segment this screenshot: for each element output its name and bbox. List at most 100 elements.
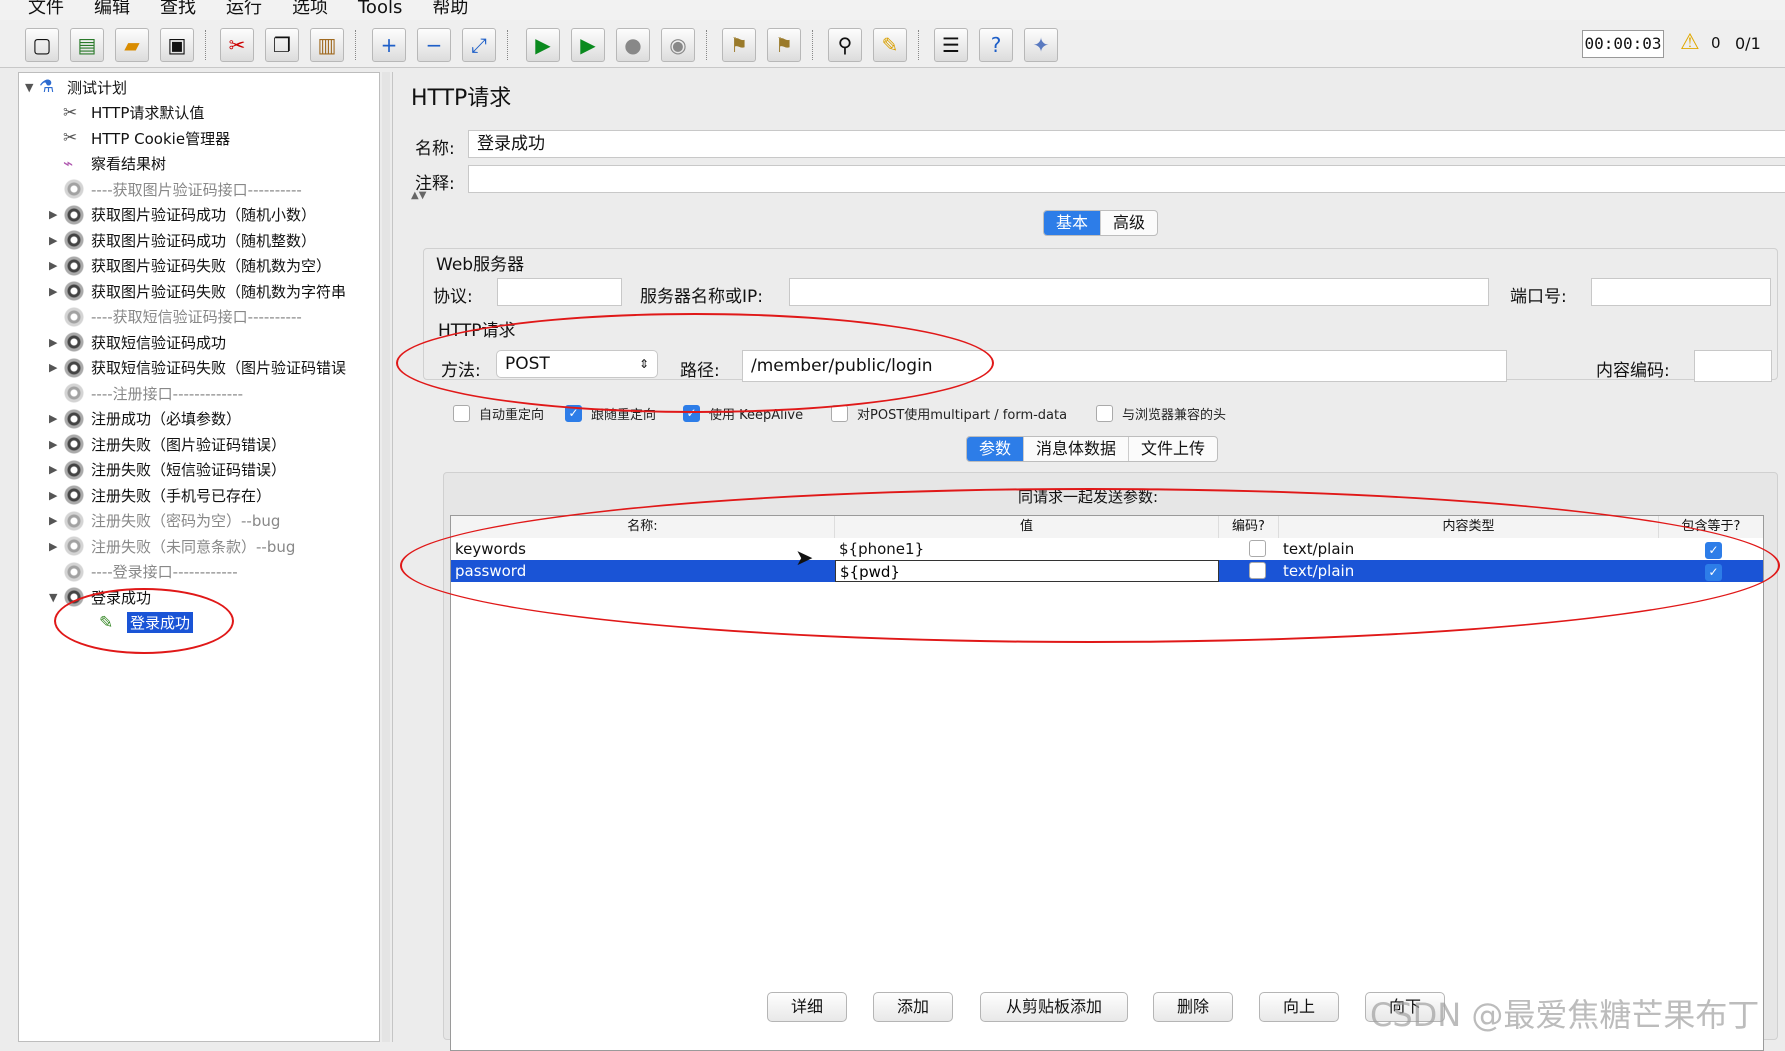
annotation-circle-params-table <box>400 488 1780 643</box>
menu-options[interactable]: 选项 <box>292 0 328 20</box>
tree-item[interactable]: ✂ HTTP Cookie管理器 <box>49 126 230 150</box>
tree-item[interactable]: ▶ 注册失败（图片验证码错误） <box>49 432 286 456</box>
search-binoculars-icon[interactable]: ⚲ <box>828 28 862 62</box>
checkbox-box <box>453 405 470 422</box>
shutdown-icon[interactable]: ◉ <box>661 28 695 62</box>
expand-triangle-icon[interactable]: ▶ <box>49 208 63 221</box>
tree-item[interactable]: ----登录接口------------ <box>49 560 238 584</box>
tree-item[interactable]: ----注册接口------------- <box>49 381 243 405</box>
tree-item-label: HTTP Cookie管理器 <box>91 129 231 148</box>
add-button[interactable]: 添加 <box>873 992 953 1022</box>
open-folder-icon[interactable]: ▰ <box>115 28 149 62</box>
new-file-icon[interactable]: ▢ <box>25 28 59 62</box>
menu-edit[interactable]: 编辑 <box>94 0 130 20</box>
add-from-clipboard-button[interactable]: 从剪贴板添加 <box>980 992 1128 1022</box>
menu-file[interactable]: 文件 <box>28 0 64 20</box>
start-no-pauses-icon[interactable]: ▶ <box>571 28 605 62</box>
tab-file-upload[interactable]: 文件上传 <box>1129 437 1217 461</box>
split-divider[interactable] <box>382 72 390 1042</box>
menu-search[interactable]: 查找 <box>160 0 196 20</box>
tree-item[interactable]: ----获取短信验证码接口---------- <box>49 305 302 329</box>
reset-search-icon[interactable]: ✎ <box>873 28 907 62</box>
tree-item[interactable]: ----获取图片验证码接口---------- <box>49 177 302 201</box>
tree-item-label: 注册失败（手机号已存在） <box>91 486 272 505</box>
tree-item[interactable]: ▶ 注册失败（短信验证码错误） <box>49 458 286 482</box>
cut-icon[interactable]: ✂ <box>220 28 254 62</box>
paste-icon[interactable]: ▥ <box>310 28 344 62</box>
expand-triangle-icon[interactable]: ▶ <box>49 259 63 272</box>
tab-basic[interactable]: 基本 <box>1044 211 1102 235</box>
toggle-icon[interactable]: ⤢ <box>462 28 496 62</box>
templates-icon[interactable]: ▤ <box>70 28 104 62</box>
tree-item[interactable]: ▶ 注册失败（未同意条款）--bug <box>49 534 295 558</box>
stop-icon[interactable]: ● <box>616 28 650 62</box>
tree-item[interactable]: ▶ 注册失败（密码为空）--bug <box>49 509 280 533</box>
checkbox-browser-headers[interactable]: 与浏览器兼容的头 <box>1096 404 1226 423</box>
checkbox-box <box>831 405 848 422</box>
collapse-triangle-icon[interactable]: ▼ <box>49 591 63 604</box>
expand-triangle-icon[interactable]: ▶ <box>49 412 63 425</box>
server-field[interactable] <box>789 278 1489 306</box>
move-up-button[interactable]: 向上 <box>1259 992 1339 1022</box>
expand-triangle-icon[interactable]: ▶ <box>49 234 63 247</box>
collapse-icon[interactable]: − <box>417 28 451 62</box>
copy-icon[interactable]: ❐ <box>265 28 299 62</box>
panel-title: HTTP请求 <box>411 86 512 111</box>
tree-root[interactable]: ▼ ⚗ 测试计划 <box>25 75 127 99</box>
expand-triangle-icon[interactable]: ▶ <box>49 489 63 502</box>
collapse-triangle-icon[interactable]: ▼ <box>25 81 39 94</box>
graph-icon: ⌁ <box>63 153 74 174</box>
content-encoding-field[interactable] <box>1694 350 1772 382</box>
expand-triangle-icon[interactable]: ▶ <box>49 463 63 476</box>
protocol-field[interactable] <box>497 278 622 306</box>
clear-all-icon[interactable]: ⚑ <box>767 28 801 62</box>
tree-item[interactable]: ⌁ 察看结果树 <box>49 152 166 176</box>
gear-icon <box>63 458 85 481</box>
log-viewer-icon[interactable]: ✦ <box>1024 28 1058 62</box>
detail-button[interactable]: 详细 <box>767 992 847 1022</box>
tree-item-label: 注册失败（短信验证码错误） <box>91 461 287 479</box>
tab-parameters[interactable]: 参数 <box>967 437 1025 461</box>
expand-triangle-icon[interactable]: ▶ <box>49 438 63 451</box>
tree-item[interactable]: ▶ 注册成功（必填参数） <box>49 407 241 431</box>
tree-item[interactable]: ▶ 获取图片验证码成功（随机整数） <box>49 228 316 252</box>
tree-item[interactable]: ▶ 获取短信验证码失败（图片验证码错误 <box>49 356 346 380</box>
tree-item[interactable]: ▶ 获取短信验证码成功 <box>49 330 226 354</box>
tab-advanced[interactable]: 高级 <box>1101 211 1157 235</box>
expand-triangle-icon[interactable]: ▶ <box>49 514 63 527</box>
port-field[interactable] <box>1591 278 1771 306</box>
tree-item-label: 获取短信验证码失败（图片验证码错误 <box>91 359 347 377</box>
wrench-scissors-icon: ✂ <box>63 102 78 123</box>
expand-triangle-icon[interactable]: ▶ <box>49 336 63 349</box>
menu-run[interactable]: 运行 <box>226 0 262 20</box>
expand-icon[interactable]: + <box>372 28 406 62</box>
tree-item[interactable]: ▶ 获取图片验证码失败（随机数为空） <box>49 254 331 278</box>
clear-icon[interactable]: ⚑ <box>722 28 756 62</box>
tree-item[interactable]: ▶ 获取图片验证码失败（随机数为字符串 <box>49 279 346 303</box>
expand-triangle-icon[interactable]: ▶ <box>49 285 63 298</box>
expand-triangle-icon[interactable]: ▶ <box>49 361 63 374</box>
checkbox-multipart[interactable]: 对POST使用multipart / form-data <box>831 404 1067 423</box>
comment-field[interactable] <box>468 165 1785 193</box>
delete-button[interactable]: 删除 <box>1153 992 1233 1022</box>
server-label: 服务器名称或IP: <box>640 287 763 307</box>
tree-item[interactable]: ✂ HTTP请求默认值 <box>49 101 204 125</box>
menu-help[interactable]: 帮助 <box>432 0 468 20</box>
function-helper-icon[interactable]: ☰ <box>934 28 968 62</box>
tab-body-data[interactable]: 消息体数据 <box>1024 437 1130 461</box>
tree-item-label: 获取图片验证码失败（随机数为空） <box>91 257 332 275</box>
resize-arrows-icon[interactable]: ▲▼ <box>411 190 426 201</box>
help-icon[interactable]: ? <box>979 28 1013 62</box>
checkbox-auto-redirect[interactable]: 自动重定向 <box>453 404 544 423</box>
gear-icon <box>63 535 85 557</box>
start-icon[interactable]: ▶ <box>526 28 560 62</box>
expand-triangle-icon[interactable]: ▶ <box>49 540 63 553</box>
save-icon[interactable]: ▣ <box>160 28 194 62</box>
gear-icon <box>63 407 85 430</box>
menu-tools[interactable]: Tools <box>358 0 402 20</box>
checkbox-box <box>1096 405 1113 422</box>
tree-item[interactable]: ▶ 注册失败（手机号已存在） <box>49 483 271 507</box>
tree-item[interactable]: ▶ 获取图片验证码成功（随机小数） <box>49 203 316 227</box>
warning-icon[interactable]: ⚠ <box>1680 30 1700 55</box>
name-field[interactable]: 登录成功 <box>468 130 1785 158</box>
